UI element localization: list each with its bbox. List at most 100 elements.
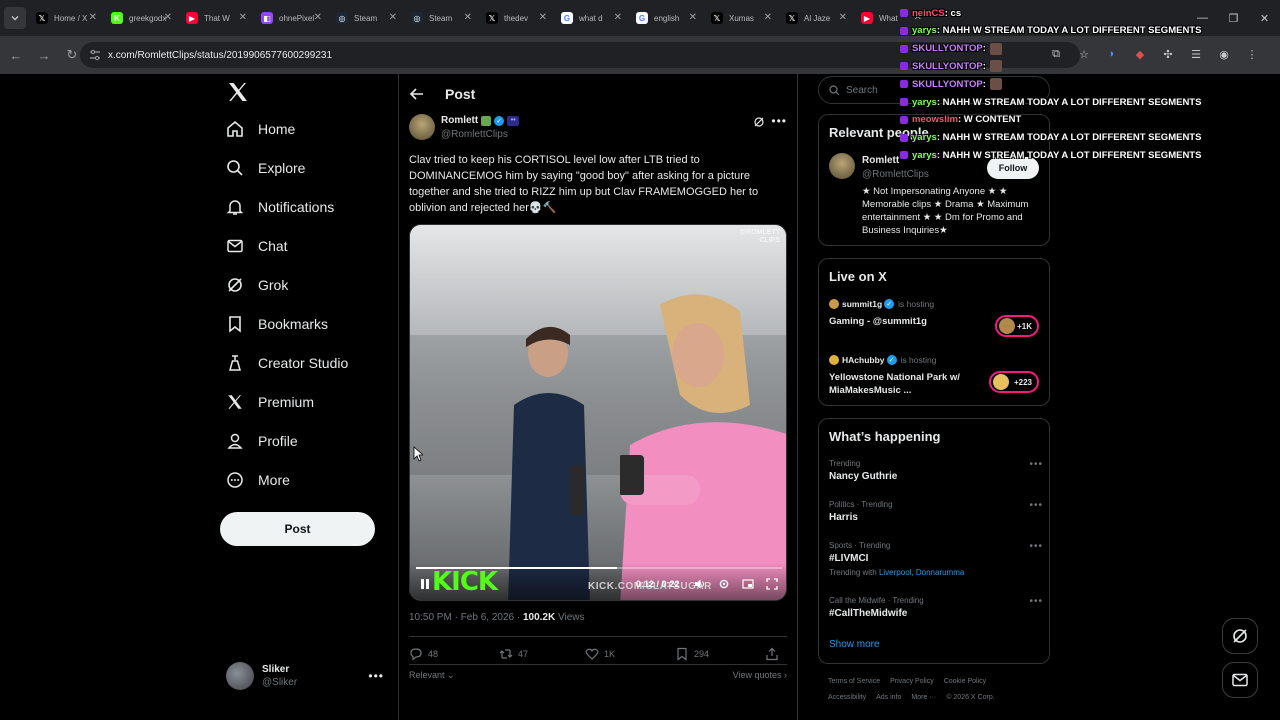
close-tab-icon[interactable]: ✕ bbox=[764, 12, 772, 23]
grok-fab-button[interactable] bbox=[1222, 618, 1258, 654]
live-host-row[interactable]: summit1g ✓ is hosting bbox=[829, 299, 934, 309]
footer-link[interactable]: Accessibility bbox=[828, 694, 866, 701]
browser-tab[interactable]: ◧ ohnePixel ✕ bbox=[255, 4, 330, 32]
browser-tab[interactable]: 𝕏thedev ✕ bbox=[480, 4, 555, 32]
extension-shield-icon[interactable]: ◆ bbox=[1132, 46, 1148, 62]
live-host-row[interactable]: HAchubby ✓ is hosting bbox=[829, 355, 936, 365]
browser-tab[interactable]: Genglish ✕ bbox=[630, 4, 705, 32]
close-tab-icon[interactable]: ✕ bbox=[89, 12, 97, 23]
messages-fab-button[interactable] bbox=[1222, 662, 1258, 698]
grok-icon[interactable] bbox=[753, 116, 765, 128]
relevant-person-name[interactable]: Romlett bbox=[862, 155, 899, 166]
minimize-icon[interactable]: — bbox=[1187, 12, 1218, 24]
nav-bookmarks[interactable]: Bookmarks bbox=[226, 311, 328, 337]
close-tab-icon[interactable]: ✕ bbox=[689, 12, 697, 23]
back-button[interactable]: ← bbox=[4, 43, 28, 67]
footer-link[interactable]: © 2026 X Corp. bbox=[946, 694, 994, 701]
footer-link[interactable]: Privacy Policy bbox=[890, 678, 934, 685]
close-tab-icon[interactable]: ✕ bbox=[539, 12, 547, 23]
volume-button[interactable] bbox=[694, 577, 706, 591]
close-tab-icon[interactable]: ✕ bbox=[314, 12, 322, 23]
share-button[interactable] bbox=[765, 647, 784, 661]
profile-avatar-icon[interactable]: ◉ bbox=[1216, 46, 1232, 62]
close-tab-icon[interactable]: ✕ bbox=[614, 12, 622, 23]
more-horizontal-icon[interactable]: ••• bbox=[1029, 500, 1043, 511]
bookmark-star-icon[interactable]: ☆ bbox=[1076, 46, 1092, 62]
more-horizontal-icon[interactable]: ••• bbox=[1029, 596, 1043, 607]
show-more-link[interactable]: Show more bbox=[829, 639, 880, 650]
video-player[interactable]: @ROMLETT CLIPS KICK KICK.COM/SLATSUGAR 0… bbox=[409, 224, 787, 601]
trending-with-links[interactable]: Liverpool, Donnarumma bbox=[879, 568, 964, 577]
nav-more[interactable]: More bbox=[226, 467, 290, 493]
avatar[interactable] bbox=[829, 153, 855, 179]
browser-tab[interactable]: ◎ Steam ✕ bbox=[405, 4, 480, 32]
tab-search-button[interactable] bbox=[4, 7, 26, 29]
browser-tab[interactable]: ▶ That W ✕ bbox=[180, 4, 255, 32]
trend-item[interactable]: Politics · Trending Harris ••• bbox=[829, 500, 1043, 523]
more-horizontal-icon[interactable]: ••• bbox=[368, 669, 384, 683]
footer-link[interactable]: Ads info bbox=[876, 694, 901, 701]
relevant-person-handle[interactable]: @RomlettClips bbox=[862, 169, 929, 180]
video-progress-bar[interactable] bbox=[416, 567, 782, 569]
close-icon[interactable]: ✕ bbox=[1249, 12, 1280, 25]
like-button[interactable]: 1K bbox=[585, 647, 675, 661]
author-name[interactable]: Romlett bbox=[441, 115, 478, 126]
close-tab-icon[interactable]: ✕ bbox=[389, 12, 397, 23]
post-timestamp[interactable]: 10:50 PM · Feb 6, 2026 · bbox=[409, 612, 523, 623]
trend-item[interactable]: Trending Nancy Guthrie ••• bbox=[829, 459, 1043, 482]
close-tab-icon[interactable]: ✕ bbox=[464, 12, 472, 23]
browser-tab[interactable]: ◎ Steam ✕ bbox=[330, 4, 405, 32]
nav-premium[interactable]: Premium bbox=[226, 389, 314, 415]
fullscreen-button[interactable] bbox=[766, 577, 778, 591]
arrow-left-icon[interactable] bbox=[409, 86, 425, 102]
footer-link[interactable]: Cookie Policy bbox=[944, 678, 986, 685]
sort-replies-dropdown[interactable]: Relevant ⌄ bbox=[409, 670, 455, 680]
close-tab-icon[interactable]: ✕ bbox=[239, 12, 247, 23]
repost-button[interactable]: 47 bbox=[499, 647, 585, 661]
author-handle[interactable]: @RomlettClips bbox=[441, 129, 508, 140]
more-horizontal-icon[interactable]: ••• bbox=[771, 114, 787, 128]
pause-button[interactable] bbox=[420, 577, 430, 591]
maximize-icon[interactable]: ❐ bbox=[1218, 12, 1249, 25]
extension-icon[interactable]: ◗ bbox=[1104, 46, 1120, 62]
reading-list-icon[interactable]: ☰ bbox=[1188, 46, 1204, 62]
nav-notifications[interactable]: Notifications bbox=[226, 194, 334, 220]
browser-tab[interactable]: 𝕏 Home / X ✕ bbox=[30, 4, 105, 32]
trend-item[interactable]: Call the Midwife · Trending #CallTheMidw… bbox=[829, 596, 1043, 619]
install-app-icon[interactable]: ⧉ bbox=[1048, 46, 1064, 62]
close-tab-icon[interactable]: ✕ bbox=[164, 12, 172, 23]
nav-home[interactable]: Home bbox=[226, 116, 295, 142]
nav-profile[interactable]: Profile bbox=[226, 428, 298, 454]
footer-link[interactable]: More ··· bbox=[911, 694, 936, 701]
site-info-icon[interactable] bbox=[88, 48, 102, 62]
live-title[interactable]: Yellowstone National Park w/ MiaMakesMus… bbox=[829, 371, 979, 397]
reply-button[interactable]: 48 bbox=[409, 647, 499, 661]
nav-explore[interactable]: Explore bbox=[226, 155, 305, 181]
live-listeners-pill[interactable]: +1K bbox=[995, 315, 1039, 337]
more-horizontal-icon[interactable]: ••• bbox=[1029, 541, 1043, 552]
author-avatar[interactable] bbox=[409, 114, 435, 140]
live-title[interactable]: Gaming - @summit1g bbox=[829, 315, 979, 328]
trend-item[interactable]: Sports · Trending #LIVMCI Trending with … bbox=[829, 541, 1043, 577]
compose-post-button[interactable]: Post bbox=[220, 512, 375, 546]
browser-tab[interactable]: 𝕏 Al Jaze ✕ bbox=[780, 4, 855, 32]
settings-button[interactable] bbox=[718, 577, 730, 591]
nav-grok[interactable]: Grok bbox=[226, 272, 288, 298]
nav-creator-studio[interactable]: Creator Studio bbox=[226, 350, 348, 376]
browser-tab[interactable]: Kgreekgodx ✕ bbox=[105, 4, 180, 32]
browser-menu-icon[interactable]: ⋮ bbox=[1244, 46, 1260, 62]
browser-tab[interactable]: 𝕏 Xumas ✕ bbox=[705, 4, 780, 32]
extensions-puzzle-icon[interactable]: ✣ bbox=[1160, 46, 1176, 62]
nav-chat[interactable]: Chat bbox=[226, 233, 288, 259]
pip-button[interactable] bbox=[742, 577, 754, 591]
x-logo-icon[interactable] bbox=[226, 80, 250, 104]
view-quotes-link[interactable]: View quotes › bbox=[733, 670, 787, 680]
bookmark-button[interactable]: 294 bbox=[675, 647, 765, 661]
footer-link[interactable]: Terms of Service bbox=[828, 678, 880, 685]
close-tab-icon[interactable]: ✕ bbox=[839, 12, 847, 23]
forward-button[interactable]: → bbox=[32, 43, 56, 67]
live-listeners-pill[interactable]: +223 bbox=[989, 371, 1039, 393]
more-horizontal-icon[interactable]: ••• bbox=[1029, 459, 1043, 470]
account-switcher[interactable]: Sliker @Sliker ••• bbox=[226, 660, 386, 692]
browser-tab[interactable]: Gwhat d ✕ bbox=[555, 4, 630, 32]
